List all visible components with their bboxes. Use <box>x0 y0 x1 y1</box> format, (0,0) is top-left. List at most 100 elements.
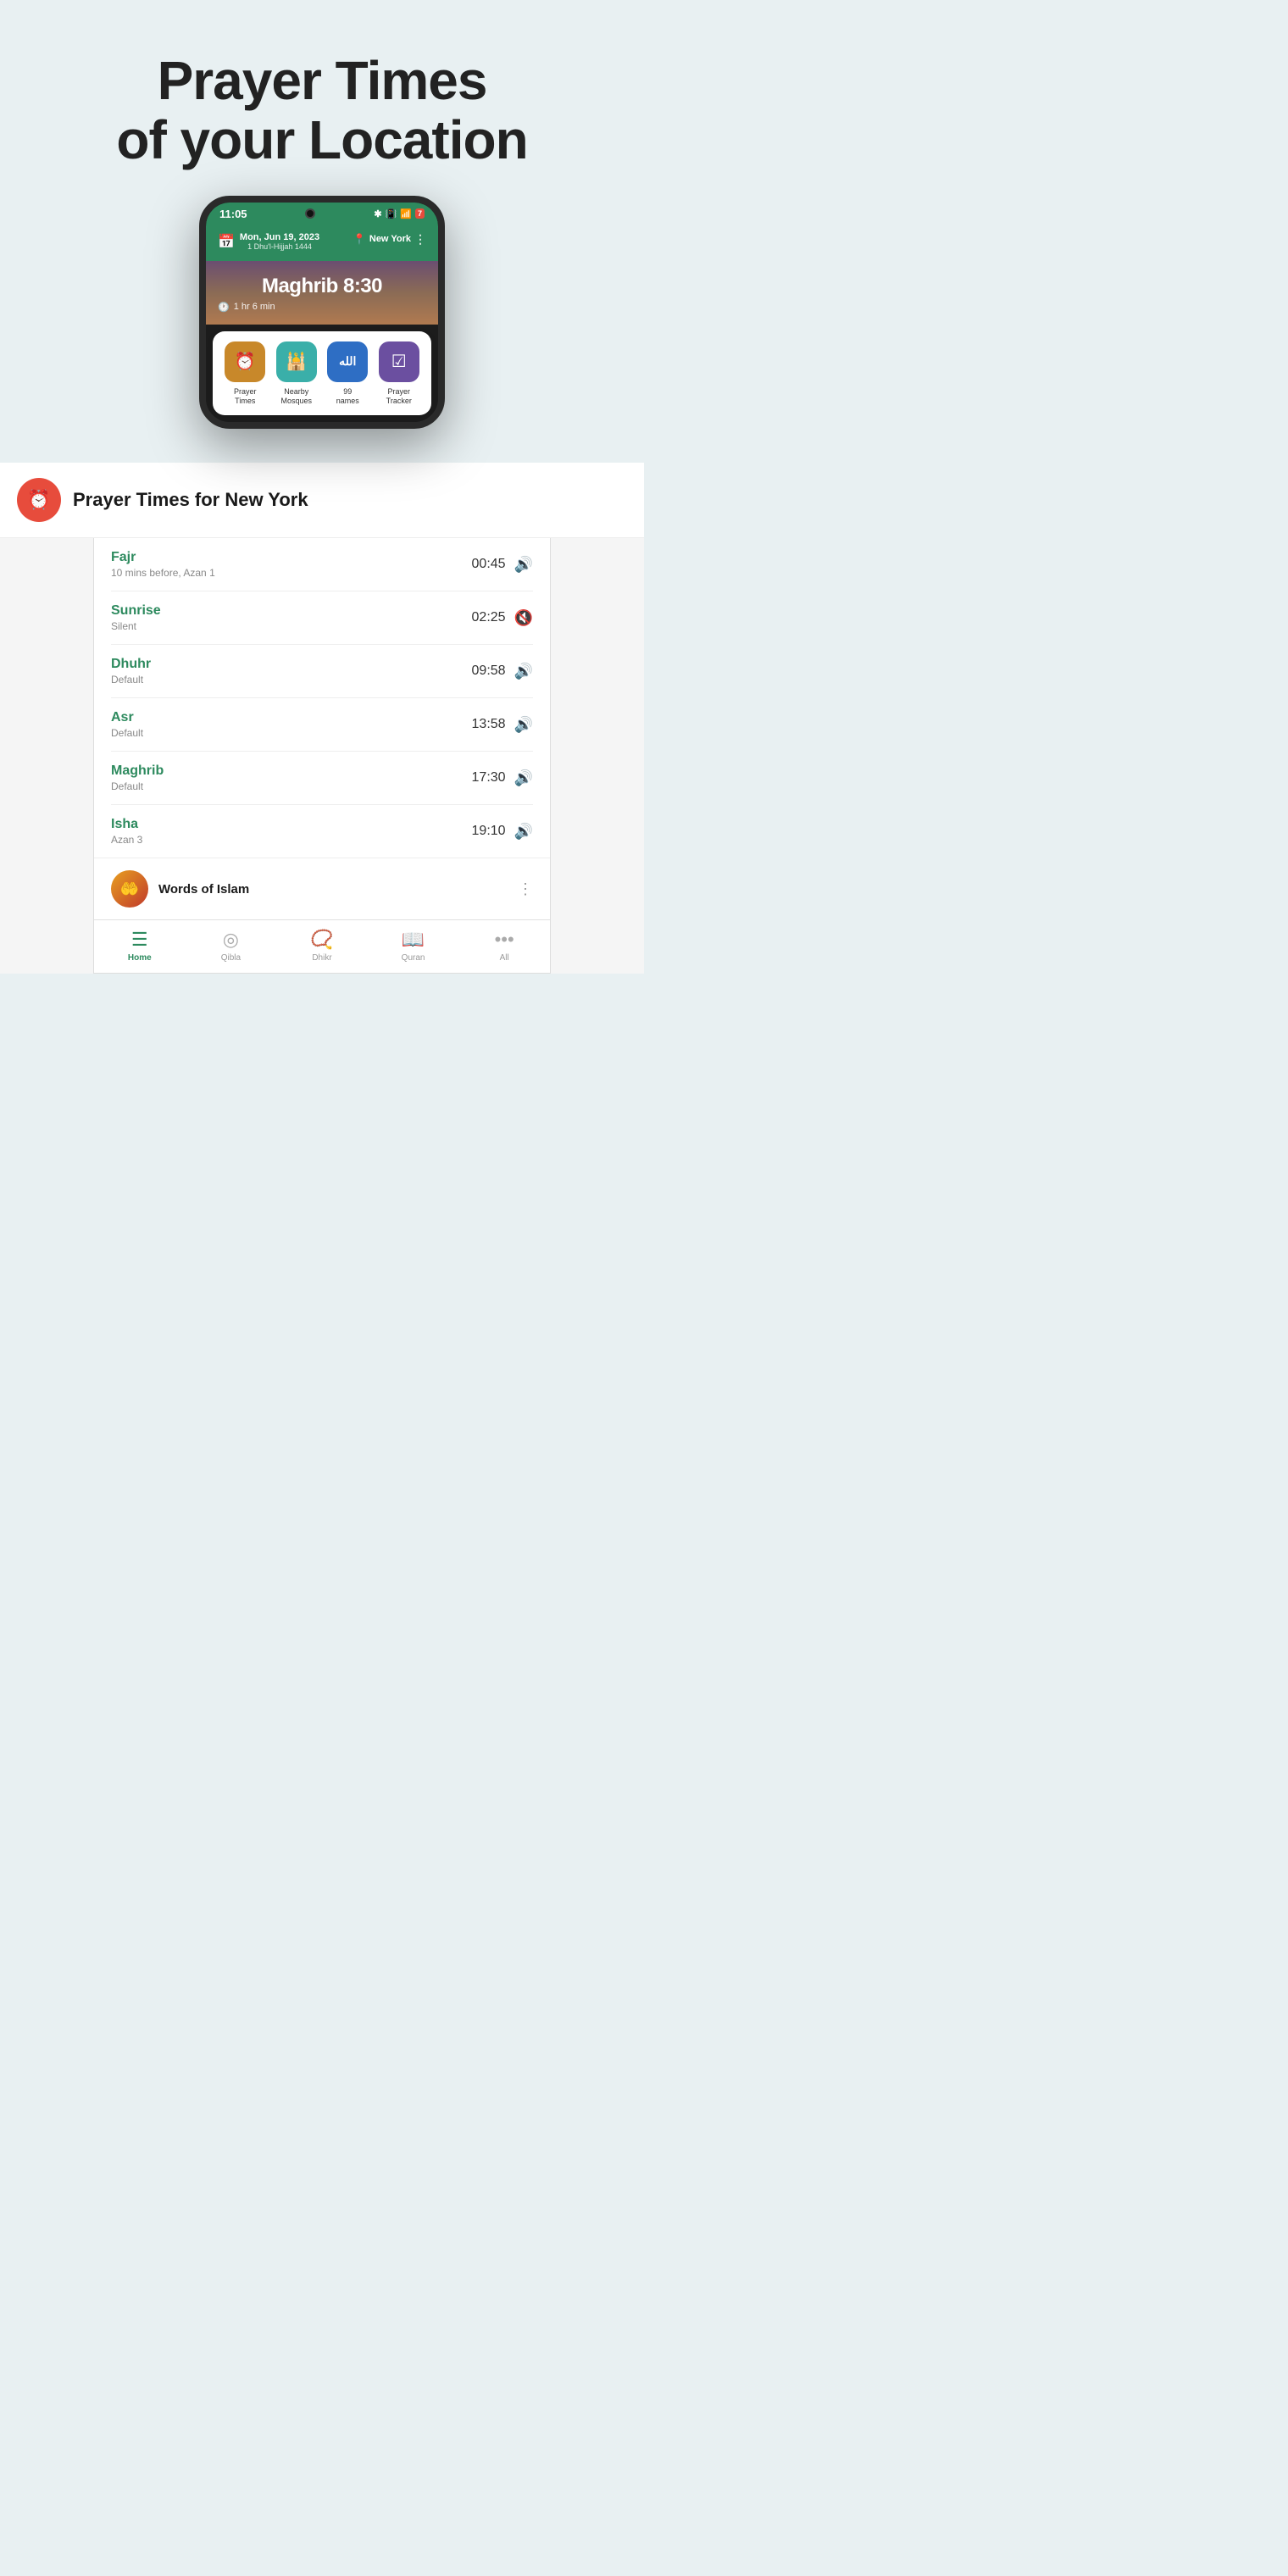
action-prayer-tracker[interactable]: ☑ PrayerTracker <box>374 341 425 406</box>
sunrise-name: Sunrise <box>111 603 161 619</box>
hijri-text: 1 Dhu'l-Hijjah 1444 <box>240 242 319 251</box>
tracker-icon: ☑ <box>379 341 419 382</box>
isha-name: Isha <box>111 817 142 832</box>
prayer-countdown: 🕐 1 hr 6 min <box>218 302 426 313</box>
prayer-name: Maghrib <box>262 275 338 297</box>
nav-all[interactable]: ••• All <box>479 929 530 963</box>
maghrib-sound-icon[interactable]: 🔊 <box>514 769 533 787</box>
status-time: 11:05 <box>219 208 247 220</box>
location-icon: 📍 <box>353 233 366 245</box>
home-icon: ☰ <box>131 929 148 951</box>
nav-qibla[interactable]: ◎ Qibla <box>205 929 256 963</box>
quran-label: Quran <box>402 953 425 963</box>
calendar-icon: 📅 <box>218 233 235 250</box>
words-more-icon[interactable]: ⋮ <box>518 880 533 898</box>
qibla-label: Qibla <box>221 953 241 963</box>
date-text: Mon, Jun 19, 2023 <box>240 232 319 242</box>
quick-actions: ⏰ PrayerTimes 🕌 NearbyMosques الله 99nam… <box>213 331 431 416</box>
sunrise-sub: Silent <box>111 620 161 632</box>
isha-time: 19:10 <box>472 824 506 839</box>
phone-screen: 11:05 ✱ 📳 📶 7 📅 Mon <box>206 203 438 423</box>
action-99-names[interactable]: الله 99names <box>322 341 373 406</box>
maghrib-right: 17:30 🔊 <box>472 769 533 787</box>
prayer-row-maghrib[interactable]: Maghrib Default 17:30 🔊 <box>111 752 533 805</box>
fajr-right: 00:45 🔊 <box>472 556 533 574</box>
location-text: New York <box>369 234 411 244</box>
status-icons: ✱ 📳 📶 7 <box>374 208 425 219</box>
isha-right: 19:10 🔊 <box>472 823 533 841</box>
fajr-name: Fajr <box>111 550 215 565</box>
maghrib-info: Maghrib Default <box>111 763 164 792</box>
fajr-info: Fajr 10 mins before, Azan 1 <box>111 550 215 579</box>
status-bar: 11:05 ✱ 📳 📶 7 <box>206 203 438 225</box>
header-row: 📅 Mon, Jun 19, 2023 1 Dhu'l-Hijjah 1444 … <box>218 232 426 251</box>
prayer-row-dhuhr[interactable]: Dhuhr Default 09:58 🔊 <box>111 645 533 698</box>
nav-dhikr[interactable]: 📿 Dhikr <box>297 929 347 963</box>
clock-icon: 🕐 <box>218 302 230 313</box>
action-nearby-mosques[interactable]: 🕌 NearbyMosques <box>271 341 322 406</box>
vibrate-icon: 📳 <box>386 208 397 219</box>
fajr-sub: 10 mins before, Azan 1 <box>111 567 215 579</box>
app-icon-symbol: ⏰ <box>27 489 50 511</box>
prayer-times-icon: ⏰ <box>225 341 265 382</box>
location-block[interactable]: 📍 New York ⋮ <box>353 232 426 247</box>
sunrise-info: Sunrise Silent <box>111 603 161 632</box>
prayer-row-sunrise[interactable]: Sunrise Silent 02:25 🔇 <box>111 591 533 645</box>
asr-right: 13:58 🔊 <box>472 716 533 734</box>
phone-mockup-1: 11:05 ✱ 📳 📶 7 📅 Mon <box>34 196 610 430</box>
section2-title: Prayer Times for New York <box>73 489 308 511</box>
isha-sound-icon[interactable]: 🔊 <box>514 823 533 841</box>
action-prayer-times[interactable]: ⏰ PrayerTimes <box>219 341 270 406</box>
bluetooth-icon: ✱ <box>374 208 381 219</box>
battery-icon: 7 <box>415 208 425 219</box>
phone2-screen: Fajr 10 mins before, Azan 1 00:45 🔊 Sunr… <box>93 538 551 974</box>
sunrise-right: 02:25 🔇 <box>472 609 533 627</box>
countdown-text: 1 hr 6 min <box>234 302 275 312</box>
dhikr-label: Dhikr <box>312 953 331 963</box>
section2-header: ⏰ Prayer Times for New York <box>0 463 644 538</box>
top-section: Prayer Times of your Location 11:05 ✱ 📳 … <box>0 0 644 463</box>
nearby-mosques-label: NearbyMosques <box>280 387 312 406</box>
app-icon: ⏰ <box>17 478 61 522</box>
prayer-row-isha[interactable]: Isha Azan 3 19:10 🔊 <box>111 805 533 858</box>
phone2-container: Fajr 10 mins before, Azan 1 00:45 🔊 Sunr… <box>0 538 644 974</box>
wifi-icon: 📶 <box>400 208 412 219</box>
main-title: Prayer Times of your Location <box>34 51 610 170</box>
dhuhr-sound-icon[interactable]: 🔊 <box>514 663 533 680</box>
sunrise-time: 02:25 <box>472 610 506 625</box>
nav-home[interactable]: ☰ Home <box>114 929 165 963</box>
words-of-islam-row[interactable]: 🤲 Words of Islam ⋮ <box>94 858 550 919</box>
prayer-row-asr[interactable]: Asr Default 13:58 🔊 <box>111 698 533 752</box>
qibla-icon: ◎ <box>223 929 239 951</box>
maghrib-time: 17:30 <box>472 770 506 786</box>
prayer-list: Fajr 10 mins before, Azan 1 00:45 🔊 Sunr… <box>94 538 550 858</box>
words-label: Words of Islam <box>158 882 508 897</box>
app-header: 📅 Mon, Jun 19, 2023 1 Dhu'l-Hijjah 1444 … <box>206 225 438 261</box>
sunrise-sound-icon[interactable]: 🔇 <box>514 609 533 627</box>
bottom-nav: ☰ Home ◎ Qibla 📿 Dhikr 📖 Quran ••• All <box>94 919 550 973</box>
isha-info: Isha Azan 3 <box>111 817 142 846</box>
asr-info: Asr Default <box>111 710 143 739</box>
dhuhr-info: Dhuhr Default <box>111 657 151 686</box>
dhuhr-name: Dhuhr <box>111 657 151 672</box>
isha-sub: Azan 3 <box>111 834 142 846</box>
names-icon: الله <box>327 341 368 382</box>
phone-frame: 11:05 ✱ 📳 📶 7 📅 Mon <box>199 196 445 430</box>
prayer-row-fajr[interactable]: Fajr 10 mins before, Azan 1 00:45 🔊 <box>111 538 533 591</box>
prayer-times-label: PrayerTimes <box>234 387 257 406</box>
fajr-sound-icon[interactable]: 🔊 <box>514 556 533 574</box>
asr-name: Asr <box>111 710 143 725</box>
all-label: All <box>500 953 509 963</box>
all-icon: ••• <box>495 929 514 951</box>
asr-sound-icon[interactable]: 🔊 <box>514 716 533 734</box>
home-label: Home <box>128 953 152 963</box>
dhikr-icon: 📿 <box>310 929 333 951</box>
dhuhr-sub: Default <box>111 674 151 686</box>
dhuhr-right: 09:58 🔊 <box>472 663 533 680</box>
more-menu-icon[interactable]: ⋮ <box>414 232 426 247</box>
maghrib-name: Maghrib <box>111 763 164 779</box>
nav-quran[interactable]: 📖 Quran <box>388 929 439 963</box>
date-block: 📅 Mon, Jun 19, 2023 1 Dhu'l-Hijjah 1444 <box>218 232 319 251</box>
asr-sub: Default <box>111 727 143 739</box>
prayer-time-display: 8:30 <box>343 275 382 297</box>
